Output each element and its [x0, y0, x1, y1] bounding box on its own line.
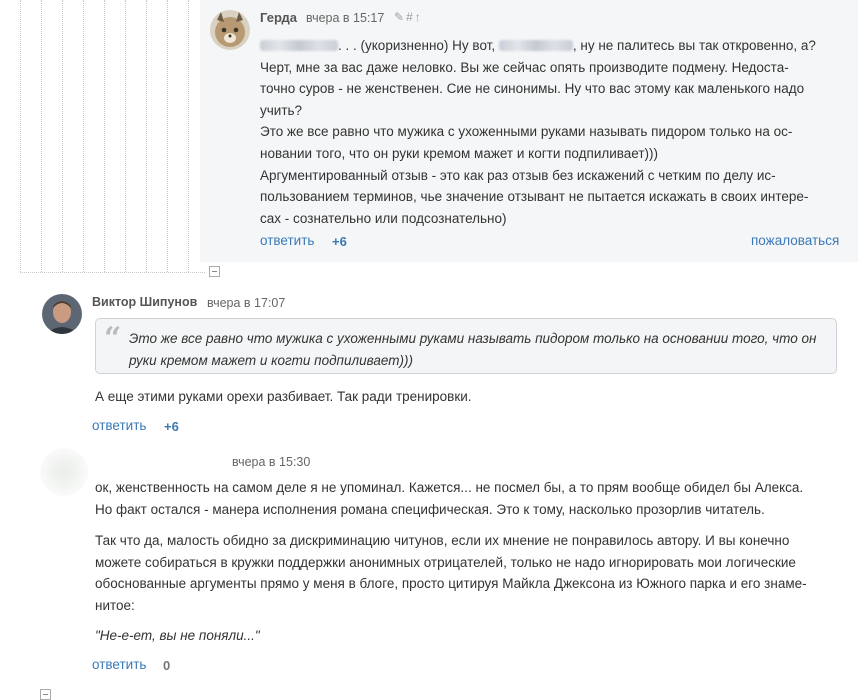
text-line: . . . (укоризненно) Ну вот, , ну не пали…: [260, 35, 850, 57]
avatar: [40, 448, 88, 496]
thread-guide-line: [104, 0, 105, 272]
quote-mark-icon: “: [104, 321, 122, 356]
reply-link[interactable]: ответить: [260, 233, 314, 248]
quoted-phrase: "Не-е-ет, вы не поняли...": [95, 628, 260, 643]
thread-guide-line: [20, 0, 21, 272]
comment-tools: ✎#↑: [394, 10, 423, 24]
blurred-username: [498, 40, 573, 51]
pencil-icon[interactable]: ✎: [394, 10, 406, 24]
quote-text: Это же все равно что мужика с ухоженными…: [129, 328, 829, 371]
text-line: пользованием терминов, чье значение отзы…: [260, 189, 809, 205]
person-avatar-icon: [42, 294, 82, 334]
rating-score[interactable]: 0: [163, 658, 170, 673]
quote-line: Это же все равно что мужика с ухоженными…: [129, 331, 817, 346]
rating-score[interactable]: +6: [164, 419, 179, 434]
text-line: точно суров - не женственен. Сие не сино…: [260, 81, 805, 97]
quote-block: “ Это же все равно что мужика с ухоженны…: [95, 318, 837, 374]
hash-icon[interactable]: #: [406, 10, 415, 24]
avatar[interactable]: [210, 10, 250, 50]
comment-date: вчера в 17:07: [207, 296, 286, 310]
comment-text: . . . (укоризненно) Ну вот, , ну не пали…: [260, 35, 850, 229]
comment-author[interactable]: Виктор Шипунов: [92, 295, 197, 309]
thread-guide-line: [41, 0, 42, 272]
comment-text: ок, женственность на самом деле я не упо…: [95, 477, 845, 520]
collapse-toggle-icon[interactable]: [40, 689, 51, 700]
thread-guide-line: [83, 0, 84, 272]
comment-author[interactable]: Герда: [260, 10, 297, 25]
report-link[interactable]: пожаловаться: [751, 233, 839, 248]
text-line: Это же все равно что мужика с ухоженными…: [260, 124, 793, 140]
text-line: ок, женственность на самом деле я не упо…: [95, 480, 804, 495]
comment-date: вчера в 15:30: [232, 455, 311, 469]
text-line: сах - сознательно или подсознательно): [260, 210, 507, 226]
blurred-username: [260, 40, 338, 51]
reply-link[interactable]: ответить: [92, 657, 146, 672]
lynx-avatar-icon: [210, 10, 250, 50]
text-line: Черт, мне за вас даже неловко. Вы же сей…: [260, 59, 789, 75]
avatar[interactable]: [42, 294, 82, 334]
text-line: нитое:: [95, 597, 135, 613]
text-line: можете собираться в кружки поддержки ано…: [95, 554, 796, 570]
thread-guide-line: [62, 0, 63, 272]
text-line: новании того, что он руки кремом мажет и…: [260, 145, 659, 161]
text-line: обоснованные аргументы прямо у меня в бл…: [95, 576, 807, 592]
comment-date: вчера в 15:17: [306, 11, 385, 25]
text-line: Но факт остался - манера исполнения рома…: [95, 501, 765, 517]
thread-guide-line: [167, 0, 168, 272]
thread-guide-line: [125, 0, 126, 272]
collapse-toggle-icon[interactable]: [209, 266, 220, 277]
comment-text: А еще этими руками орехи разбивает. Так …: [95, 389, 472, 404]
thread-guide-line: [146, 0, 147, 272]
thread-guide-line: [188, 0, 189, 272]
reply-link[interactable]: ответить: [92, 418, 146, 433]
rating-score[interactable]: +6: [332, 234, 347, 249]
thread-guide-line: [20, 272, 205, 273]
up-arrow-icon[interactable]: ↑: [415, 10, 423, 24]
comment-text: Так что да, малость обидно за дискримина…: [95, 530, 845, 616]
text-line: Так что да, малость обидно за дискримина…: [95, 533, 790, 548]
text-line: учить?: [260, 102, 303, 118]
quote-line: руки кремом мажет и когти подпиливает))): [129, 352, 413, 368]
text-line: Аргументированный отзыв - это как раз от…: [260, 167, 776, 183]
